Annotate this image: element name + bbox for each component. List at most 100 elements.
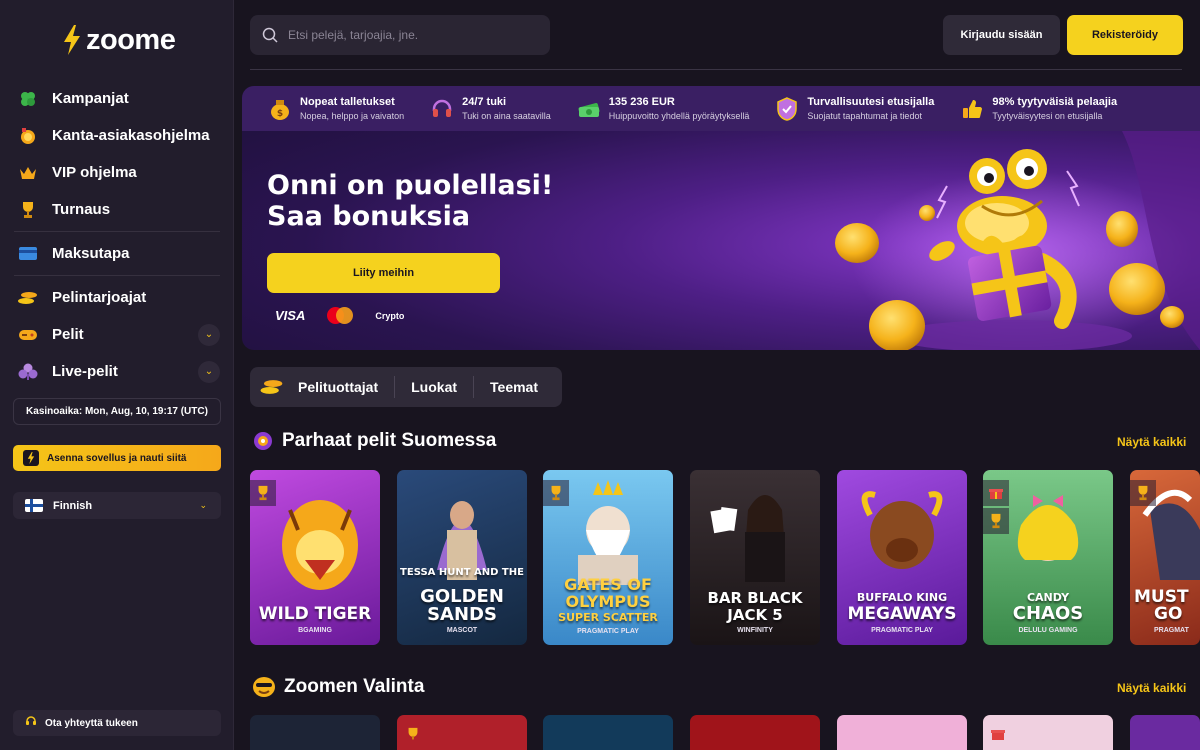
feature-strip: $ Nopeat talletukset Nopea, helppo ja va…: [242, 86, 1200, 131]
gift-icon: [991, 727, 1005, 746]
search-bar[interactable]: [250, 15, 550, 55]
sidebar-item-label: Turnaus: [52, 201, 111, 218]
feature-satisfaction: 98% tyytyväisiä pelaajia Tyytyväisyytesi…: [934, 96, 1117, 121]
game-subtitle: SUPER SCATTER: [558, 611, 658, 624]
see-all-link[interactable]: Näytä kaikki: [1117, 435, 1186, 449]
feature-security: Turvallisuutesi etusijalla Suojatut tapa…: [749, 96, 934, 121]
sidebar-item-pelintarjoajat[interactable]: Pelintarjoajat: [0, 279, 234, 316]
feature-title: Turvallisuutesi etusijalla: [807, 96, 935, 108]
game-provider: DELULU GAMING: [1018, 627, 1078, 634]
see-all-link[interactable]: Näytä kaikki: [1117, 681, 1186, 695]
section-title: Parhaat pelit Suomessa: [282, 430, 497, 451]
support-button[interactable]: Ota yhteyttä tukeen: [13, 710, 221, 736]
sidebar: zoome Kampanjat Kanta-asiakasohjelma VIP…: [0, 0, 234, 750]
sidebar-item-label: Live-pelit: [52, 363, 118, 380]
headset-icon: [25, 714, 37, 732]
sidebar-item-vip[interactable]: VIP ohjelma: [0, 154, 234, 191]
sidebar-item-turnaus[interactable]: Turnaus: [0, 191, 234, 228]
sidebar-item-label: Pelintarjoajat: [52, 289, 147, 306]
clover-icon: [18, 89, 38, 109]
game-card[interactable]: WILD TIGER BGAMING: [250, 470, 380, 645]
feature-title: 24/7 tuki: [462, 96, 507, 108]
game-title: TESSA HUNT AND THE: [400, 567, 524, 578]
game-provider: PRAGMAT: [1154, 627, 1189, 634]
tab-teemat[interactable]: Teemat: [474, 376, 554, 398]
join-button[interactable]: Liity meihin: [267, 253, 500, 293]
money-bag-icon: $: [268, 97, 292, 121]
visa-logo: VISA: [275, 308, 306, 323]
tab-luokat[interactable]: Luokat: [395, 376, 473, 398]
game-card[interactable]: BAR BLACK JACK 5 WINFINITY: [690, 470, 820, 645]
game-card[interactable]: MUST GO PRAGMAT: [1130, 470, 1200, 645]
finland-flag-icon: [25, 499, 43, 512]
game-card[interactable]: [397, 715, 527, 750]
feature-title: Nopeat talletukset: [300, 96, 395, 108]
trophy-icon: [543, 480, 569, 506]
chevron-down-icon[interactable]: ⌄: [198, 323, 220, 346]
game-title: BAR BLACK: [707, 589, 803, 607]
game-card[interactable]: [837, 715, 967, 750]
crypto-label: Crypto: [375, 310, 405, 321]
svg-text:$: $: [277, 109, 283, 119]
game-card[interactable]: CANDY CHAOS DELULU GAMING: [983, 470, 1113, 645]
game-card[interactable]: [1130, 715, 1200, 750]
cash-stack-icon: [577, 97, 601, 121]
card-icon: [18, 244, 38, 264]
login-button[interactable]: Kirjaudu sisään: [943, 15, 1060, 55]
sidebar-nav: Kampanjat Kanta-asiakasohjelma VIP ohjel…: [0, 80, 234, 390]
game-provider: PRAGMATIC PLAY: [871, 627, 933, 634]
app-root: zoome Kampanjat Kanta-asiakasohjelma VIP…: [0, 0, 1200, 750]
thumbs-up-icon: [960, 97, 984, 121]
game-card[interactable]: TESSA HUNT AND THE GOLDEN SANDS MASCOT: [397, 470, 527, 645]
feature-support: 24/7 tuki Tuki on aina saatavilla: [404, 96, 551, 121]
crown-icon: [18, 163, 38, 183]
sidebar-item-live-pelit[interactable]: Live-pelit ⌄: [0, 353, 234, 390]
zoome-picks-row: [250, 715, 1200, 750]
sidebar-item-kanta-asiakasohjelma[interactable]: Kanta-asiakasohjelma: [0, 117, 234, 154]
smiley-icon: [253, 677, 275, 697]
game-title: GATES OF OLYMPUS: [564, 575, 652, 611]
search-input[interactable]: [288, 28, 528, 42]
trophy-icon: [250, 480, 276, 506]
providers-icon: [18, 288, 38, 308]
trophy-icon: [1130, 480, 1156, 506]
game-provider: PRAGMATIC PLAY: [577, 628, 639, 635]
register-button[interactable]: Rekisteröidy: [1067, 15, 1183, 55]
zoome-logo[interactable]: zoome: [62, 22, 176, 58]
feature-top-win: 135 236 EUR Huippuvoitto yhdellä pyöräyt…: [551, 96, 749, 121]
section-title: Zoomen Valinta: [284, 676, 425, 697]
payment-methods: VISA Crypto: [275, 307, 404, 324]
providers-icon: [260, 379, 286, 395]
chevron-down-icon[interactable]: ⌄: [198, 360, 220, 383]
sidebar-item-kampanjat[interactable]: Kampanjat: [0, 80, 234, 117]
chevron-down-icon: ⌄: [199, 500, 207, 510]
banner-title-line2: Saa bonuksia: [267, 201, 471, 232]
feature-subtitle: Tyytyväisyytesi on etusijalla: [992, 111, 1103, 121]
game-card[interactable]: [250, 715, 380, 750]
mascot-illustration: [835, 131, 1200, 350]
game-subtitle: MEGAWAYS: [847, 604, 957, 624]
mastercard-logo: [327, 307, 354, 324]
game-card[interactable]: [543, 715, 673, 750]
game-card[interactable]: GATES OF OLYMPUS SUPER SCATTER PRAGMATIC…: [543, 470, 673, 645]
game-card[interactable]: BUFFALO KING MEGAWAYS PRAGMATIC PLAY: [837, 470, 967, 645]
sidebar-item-label: Maksutapa: [52, 245, 130, 262]
sidebar-item-label: Kampanjat: [52, 90, 129, 107]
game-provider: WINFINITY: [737, 627, 773, 634]
game-card[interactable]: [983, 715, 1113, 750]
roulette-icon: [254, 432, 272, 450]
sidebar-item-maksutapa[interactable]: Maksutapa: [0, 235, 234, 272]
loyalty-coin-icon: [18, 126, 38, 146]
tab-pelituottajat[interactable]: Pelituottajat: [286, 376, 394, 398]
language-select[interactable]: Finnish ⌄: [13, 492, 221, 519]
best-games-row: WILD TIGER BGAMING TESSA HUNT AND THE GO…: [250, 470, 1200, 645]
gift-icon: [983, 480, 1009, 506]
clubs-icon: [18, 362, 38, 382]
game-provider: MASCOT: [446, 627, 478, 634]
support-label: Ota yhteyttä tukeen: [45, 717, 138, 729]
sidebar-item-label: VIP ohjelma: [52, 164, 137, 181]
feature-subtitle: Suojatut tapahtumat ja tiedot: [807, 111, 922, 121]
sidebar-item-pelit[interactable]: Pelit ⌄: [0, 316, 234, 353]
game-card[interactable]: [690, 715, 820, 750]
install-app-button[interactable]: Asenna sovellus ja nauti siitä: [13, 445, 221, 471]
